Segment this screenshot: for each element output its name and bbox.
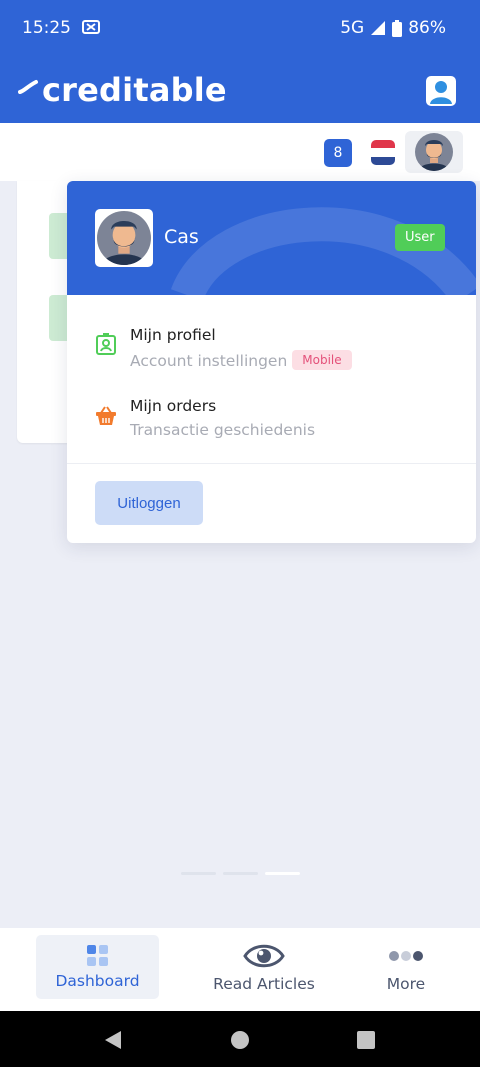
back-icon[interactable]: [104, 1030, 122, 1050]
nav-label: More: [386, 975, 426, 993]
dashboard-grid-icon: [86, 945, 108, 966]
nav-item-dashboard[interactable]: Dashboard: [36, 935, 159, 999]
menu-item-title: Mijn profiel: [130, 326, 216, 344]
cast-icon: [82, 20, 100, 34]
profile-card-icon: [96, 333, 116, 355]
system-nav-bar: [0, 1011, 480, 1067]
nav-item-more[interactable]: More: [370, 935, 442, 999]
avatar-illustration-icon: [415, 133, 453, 171]
network-label: 5G: [340, 18, 365, 38]
page-indicator-dot-active: [265, 872, 300, 875]
logo-text: creditable: [42, 71, 227, 109]
account-button[interactable]: [426, 76, 456, 106]
bottom-nav: Dashboard Read Articles More: [0, 928, 480, 1011]
avatar-illustration-icon: [97, 211, 151, 265]
logo-swoosh-icon: [18, 80, 38, 94]
menu-item-title: Mijn orders: [130, 397, 217, 415]
menu-item-subtitle: Transactie geschiedenis: [130, 421, 316, 439]
profile-dropdown: Cas User Mijn profiel Account instelling…: [67, 181, 476, 543]
menu-item-profile[interactable]: Mijn profiel Account instellingen Mobile: [95, 326, 455, 386]
battery-level: 86%: [408, 18, 446, 38]
page-indicator-dot: [181, 872, 216, 875]
dropdown-avatar: [95, 209, 153, 267]
app-header: creditable: [0, 60, 480, 123]
nav-item-read-articles[interactable]: Read Articles: [200, 935, 328, 999]
recents-icon[interactable]: [357, 1031, 375, 1049]
nav-label: Dashboard: [55, 972, 140, 990]
page-indicator-dot: [223, 872, 258, 875]
battery-icon: [392, 19, 403, 37]
logout-button[interactable]: Uitloggen: [95, 481, 203, 525]
eye-icon: [243, 944, 285, 968]
nav-label: Read Articles: [213, 975, 315, 993]
basket-icon: [96, 406, 116, 425]
signal-icon: [371, 21, 386, 35]
mobile-tag: Mobile: [292, 350, 352, 370]
menu-item-subtitle: Account instellingen Mobile: [130, 350, 352, 370]
dropdown-header: Cas User: [67, 181, 476, 295]
avatar: [415, 133, 453, 171]
profile-avatar-button[interactable]: [405, 131, 463, 173]
home-icon[interactable]: [231, 1031, 249, 1049]
user-icon: [430, 81, 452, 104]
status-time: 15:25: [22, 18, 71, 38]
app-logo[interactable]: creditable: [18, 71, 227, 109]
user-name: Cas: [164, 226, 199, 248]
notification-badge[interactable]: 8: [324, 139, 352, 167]
role-badge: User: [395, 224, 445, 251]
status-right: 5G 86%: [340, 18, 446, 38]
divider: [67, 463, 476, 464]
menu-item-orders[interactable]: Mijn orders Transactie geschiedenis: [95, 397, 455, 457]
language-flag-icon[interactable]: [371, 140, 395, 165]
more-dots-icon: [389, 951, 423, 961]
status-bar: 15:25 5G 86%: [0, 0, 480, 60]
